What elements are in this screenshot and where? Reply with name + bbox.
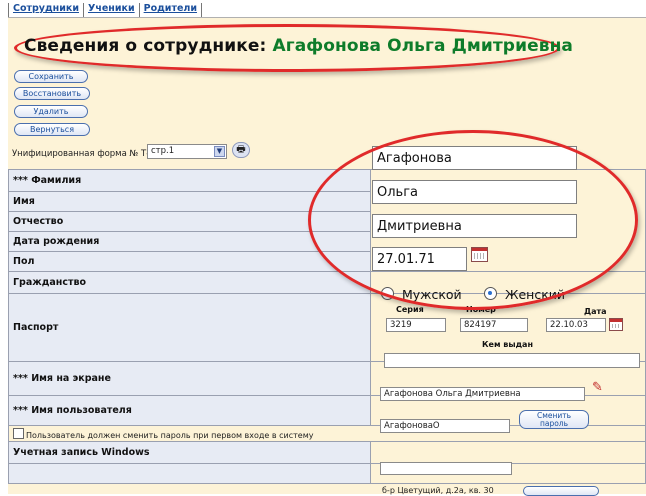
calendar-icon[interactable] [471,247,488,262]
wand-icon[interactable]: ✎ [592,380,603,395]
gender-female-label: Женский [505,287,565,302]
windows-account-value-cell [370,441,646,464]
windows-account-label: Учетная запись Windows [8,441,371,464]
gender-male-label: Мужской [402,287,462,302]
passport-issued-input[interactable] [384,353,640,368]
next-row-label [8,463,371,484]
name-input[interactable]: Ольга [372,180,577,204]
tab-students[interactable]: Ученики [83,3,139,18]
passport-calendar-icon[interactable] [609,318,623,331]
restore-button[interactable]: Восстановить [14,87,90,100]
surname-label: *** Фамилия [8,169,371,192]
patronymic-input[interactable]: Дмитриевна [372,214,577,238]
gender-male-radio[interactable] [381,287,394,300]
citizenship-label: Гражданство [8,271,371,294]
username-input[interactable]: АгафоноваО [380,419,510,433]
surname-input[interactable]: Агафонова [372,146,577,170]
name-label: Имя [8,191,371,212]
display-name-input[interactable]: Агафонова Ольга Дмитриевна [380,387,585,401]
patronymic-label: Отчество [8,211,371,232]
birthdate-input[interactable]: 27.01.71 [372,247,467,271]
print-icon[interactable]: 🖶 [232,142,250,158]
gender-female-radio[interactable] [484,287,497,300]
page-title-prefix: Сведения о сотруднике: [24,36,273,56]
page-select[interactable]: стр.1 ▼ [147,144,227,159]
chevron-down-icon[interactable]: ▼ [214,146,225,157]
passport-label: Паспорт [8,293,371,362]
gender-label: Пол [8,251,371,272]
tab-parents[interactable]: Родители [138,3,203,18]
must-change-password-checkbox[interactable] [13,427,24,439]
birthdate-label: Дата рождения [8,231,371,252]
form-label: Унифицированная форма № Т-2 [12,149,155,159]
passport-date-input[interactable]: 22.10.03 [546,318,606,332]
must-change-password-label: Пользователь должен сменить пароль при п… [26,430,314,440]
page-title: Сведения о сотруднике: Агафонова Ольга Д… [24,36,573,56]
username-label: *** Имя пользователя [8,395,371,426]
tab-bar: Сотрудники Ученики Родители [8,0,203,18]
save-button[interactable]: Сохранить [14,70,88,83]
partial-button[interactable] [523,486,599,496]
tab-employees[interactable]: Сотрудники [8,3,83,18]
delete-button[interactable]: Удалить [14,105,88,118]
change-password-button[interactable]: Сменить пароль [519,410,589,429]
passport-series-input[interactable]: 3219 [386,318,446,332]
page-select-value: стр.1 [151,146,175,156]
back-button[interactable]: Вернуться [14,123,90,136]
passport-number-input[interactable]: 824197 [460,318,528,332]
passport-number-label: Номер [466,305,496,314]
passport-date-label: Дата [584,307,607,316]
passport-series-label: Серия [396,305,424,314]
employee-name: Агафонова Ольга Дмитриевна [272,36,573,56]
windows-account-input[interactable] [380,462,512,475]
passport-issued-label: Кем выдан [482,340,533,349]
display-name-label: *** Имя на экране [8,361,371,396]
